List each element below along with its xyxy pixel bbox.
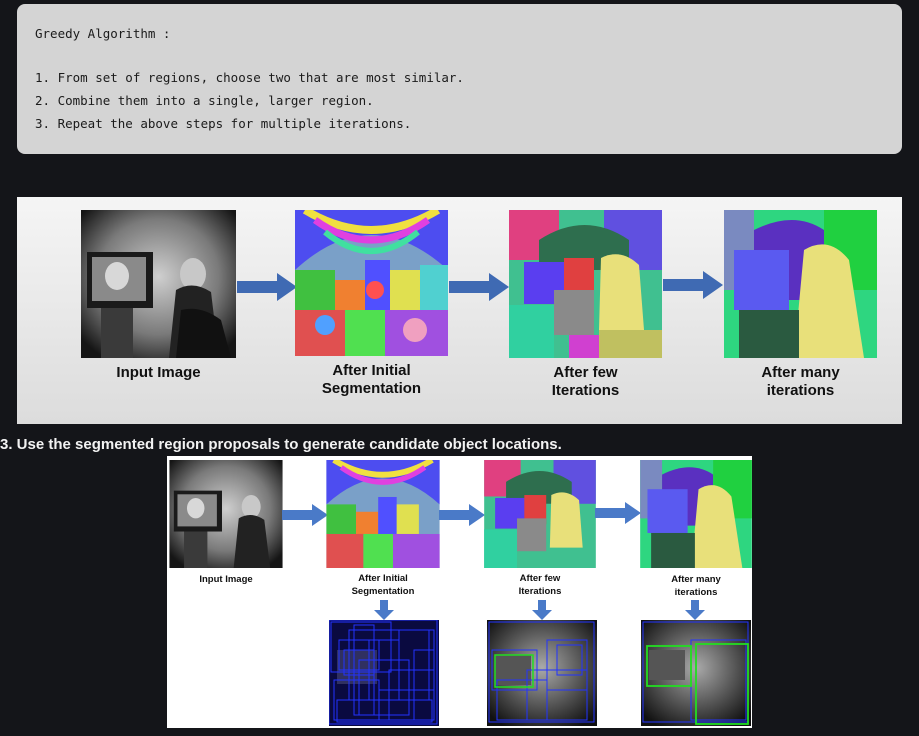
many-iterations-label: After many iterations	[640, 573, 752, 599]
arrow-down-icon	[374, 600, 394, 620]
many-iterations-label: After many iterations	[724, 364, 877, 400]
few-iterations-image	[484, 460, 596, 568]
many-iterations-label-line2: iterations	[766, 382, 835, 399]
arrow-right-icon	[663, 271, 723, 299]
section-heading: 3. Use the segmented region proposals to…	[0, 436, 562, 453]
few-iterations-label: After few Iterations	[509, 364, 662, 400]
code-title: Greedy Algorithm :	[35, 26, 171, 41]
initial-segmentation-label: After Initial Segmentation	[295, 362, 448, 398]
code-step-1: 1. From set of regions, choose two that …	[35, 70, 464, 85]
code-step-2: 2. Combine them into a single, larger re…	[35, 93, 374, 108]
few-iterations-label: After few Iterations	[483, 572, 597, 598]
few-iterations-label-line1: After few	[519, 573, 561, 584]
selective-search-figure: Input Image After Initial Segmentation A…	[17, 197, 902, 424]
arrow-right-icon	[439, 504, 485, 526]
arrow-right-icon	[449, 273, 509, 301]
code-step-3: 3. Repeat the above steps for multiple i…	[35, 116, 412, 131]
initial-segmentation-label-line2: Segmentation	[351, 586, 415, 597]
region-proposals-figure: Input Image After Initial Segmentation A…	[167, 456, 752, 728]
arrow-right-icon	[282, 504, 328, 526]
few-iterations-label-line2: Iterations	[518, 586, 562, 597]
initial-proposals-image	[329, 620, 439, 726]
few-iterations-label-line2: Iterations	[551, 382, 620, 399]
many-iterations-image	[724, 210, 877, 358]
many-iterations-label-line1: After many	[671, 574, 721, 585]
few-iterations-label-line1: After few	[553, 364, 618, 381]
arrow-right-icon	[595, 502, 641, 524]
input-image-label: Input Image	[116, 364, 201, 381]
many-iterations-label-line2: iterations	[674, 587, 718, 598]
few-proposals-image	[487, 620, 597, 726]
initial-segmentation-image	[326, 460, 440, 568]
code-block: Greedy Algorithm : 1. From set of region…	[17, 4, 902, 154]
initial-segmentation-image	[295, 210, 448, 356]
initial-segmentation-label-line2: Segmentation	[321, 380, 422, 397]
many-proposals-image	[641, 620, 751, 726]
many-iterations-label-line1: After many	[761, 364, 840, 381]
initial-segmentation-label-line1: After Initial	[358, 573, 408, 584]
many-iterations-image	[640, 460, 752, 568]
arrow-down-icon	[532, 600, 552, 620]
few-iterations-image	[509, 210, 662, 358]
input-image	[81, 210, 236, 358]
initial-segmentation-label-line1: After Initial	[332, 362, 411, 379]
arrow-down-icon	[685, 600, 705, 620]
arrow-right-icon	[237, 273, 297, 301]
input-image	[169, 460, 283, 568]
input-image-label: Input Image	[199, 574, 253, 585]
initial-segmentation-label: After Initial Segmentation	[326, 572, 440, 598]
